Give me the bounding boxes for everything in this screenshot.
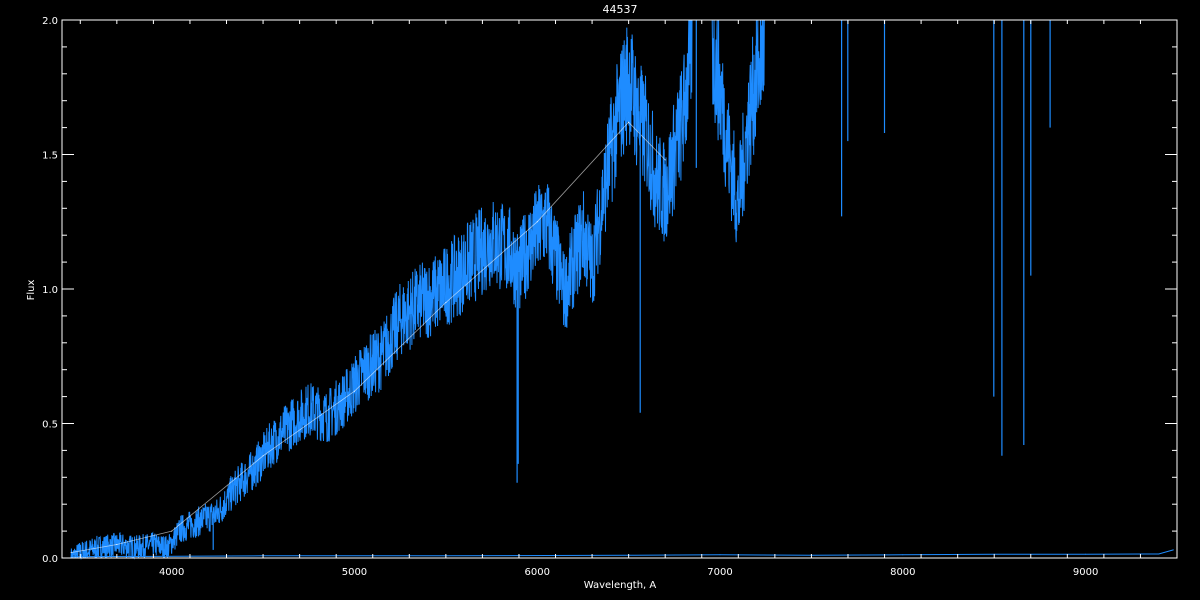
series-error-point xyxy=(902,554,904,556)
y-tick-label: 2.0 xyxy=(42,16,58,27)
x-tick-label: 4000 xyxy=(159,567,184,578)
series-continuum-point xyxy=(664,159,666,161)
series-continuum-point xyxy=(171,530,173,532)
x-axis-label: Wavelength, A xyxy=(584,580,657,591)
series-error-point xyxy=(1085,553,1087,555)
series-continuum-point xyxy=(116,544,118,545)
y-tick-label: 1.0 xyxy=(42,285,58,296)
series-continuum-point xyxy=(628,121,630,123)
x-tick-label: 5000 xyxy=(342,567,367,578)
series-continuum-point xyxy=(354,390,355,392)
chart-title: 44537 xyxy=(603,3,638,16)
spectrum-chart: 4000 5000 6000 7000 8000 90000.00.51.01.52.0 … xyxy=(0,0,1200,600)
series-error-point xyxy=(719,554,721,556)
y-axis-label: Flux xyxy=(26,280,37,301)
series-continuum-point xyxy=(262,455,264,457)
x-tick-label: 6000 xyxy=(525,567,550,578)
x-tick-label: 7000 xyxy=(707,567,732,578)
series-error-point xyxy=(1158,553,1160,555)
series-continuum-point xyxy=(536,221,538,223)
series-error-point xyxy=(1172,549,1174,551)
series-continuum-point xyxy=(70,552,72,554)
series-continuum-point xyxy=(445,302,447,303)
series-error-point xyxy=(70,556,72,558)
x-tick-label: 9000 xyxy=(1073,567,1098,578)
y-tick-label: 0.0 xyxy=(42,554,58,565)
y-tick-label: 1.5 xyxy=(42,151,58,162)
chart-background xyxy=(0,0,1200,600)
y-tick-label: 0.5 xyxy=(42,420,58,431)
x-tick-label: 8000 xyxy=(890,567,915,578)
